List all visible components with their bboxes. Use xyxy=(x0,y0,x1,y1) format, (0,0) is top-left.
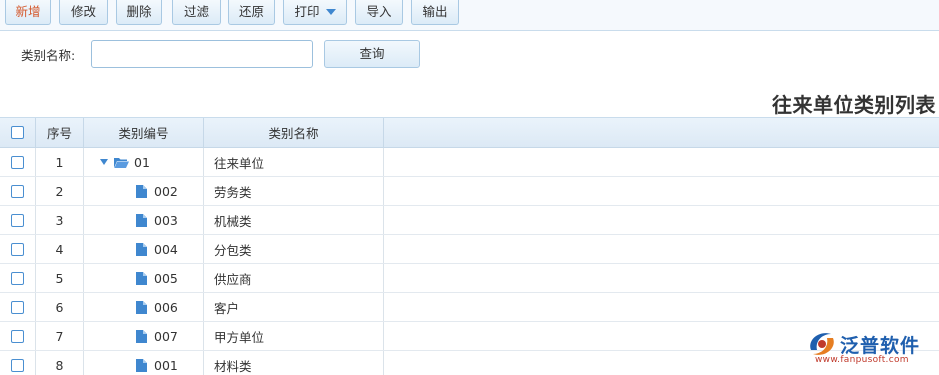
header-seq: 序号 xyxy=(36,118,84,147)
row-seq: 3 xyxy=(36,206,84,234)
row-code: 006 xyxy=(154,299,178,315)
header-select-cell xyxy=(0,118,36,147)
export-button[interactable]: 输出 xyxy=(411,0,459,25)
file-icon xyxy=(136,213,147,227)
table-row[interactable]: 1 01 往来单位 xyxy=(0,148,939,177)
restore-button[interactable]: 还原 xyxy=(228,0,275,25)
row-select-cell xyxy=(0,206,36,234)
row-checkbox[interactable] xyxy=(11,358,24,372)
row-code-cell: 007 xyxy=(84,322,204,350)
row-name: 往来单位 xyxy=(204,148,384,176)
row-checkbox[interactable] xyxy=(11,184,24,198)
file-icon xyxy=(136,184,147,198)
chevron-down-icon xyxy=(325,9,336,15)
row-name: 分包类 xyxy=(204,235,384,263)
row-code-cell: 003 xyxy=(84,206,204,234)
row-seq: 7 xyxy=(36,322,84,350)
row-seq: 6 xyxy=(36,293,84,321)
edit-button[interactable]: 修改 xyxy=(59,0,108,25)
row-code-cell: 006 xyxy=(84,293,204,321)
table-row[interactable]: 4 004 分包类 xyxy=(0,235,939,264)
search-label: 类别名称: xyxy=(21,48,76,63)
delete-button[interactable]: 删除 xyxy=(116,0,162,25)
print-button[interactable]: 打印 xyxy=(283,0,347,25)
table-row[interactable]: 6 006 客户 xyxy=(0,293,939,322)
table-row[interactable]: 8 001 材料类 xyxy=(0,351,939,375)
table-body: 1 01 往来单位 2 002 劳务类 3 003 机械类 4 004 分包类 5 005 供应商 6 006 客… xyxy=(0,148,939,375)
row-code: 001 xyxy=(154,357,178,373)
row-code-cell: 004 xyxy=(84,235,204,263)
header-code: 类别编号 xyxy=(84,118,204,147)
row-code-cell: 005 xyxy=(84,264,204,292)
brand-name: 泛普软件 xyxy=(840,335,921,357)
page-title: 往来单位类别列表 xyxy=(772,93,936,117)
query-button[interactable]: 查询 xyxy=(324,40,420,68)
file-icon xyxy=(136,329,147,343)
import-button[interactable]: 导入 xyxy=(355,0,403,25)
row-code: 002 xyxy=(154,183,178,199)
row-name: 机械类 xyxy=(204,206,384,234)
row-name: 劳务类 xyxy=(204,177,384,205)
row-checkbox[interactable] xyxy=(11,300,24,314)
row-seq: 1 xyxy=(36,148,84,176)
table-row[interactable]: 2 002 劳务类 xyxy=(0,177,939,206)
table-row[interactable]: 7 007 甲方单位 xyxy=(0,322,939,351)
row-code-cell: 001 xyxy=(84,351,204,375)
folder-open-icon xyxy=(114,157,129,168)
toolbar: 新增 修改 删除 过滤 还原 打印 导入 输出 xyxy=(0,0,939,31)
row-code: 004 xyxy=(154,241,178,257)
row-checkbox[interactable] xyxy=(11,329,24,343)
row-select-cell xyxy=(0,177,36,205)
row-checkbox[interactable] xyxy=(11,271,24,285)
row-select-cell xyxy=(0,293,36,321)
row-code: 007 xyxy=(154,328,178,344)
table-row[interactable]: 5 005 供应商 xyxy=(0,264,939,293)
row-select-cell xyxy=(0,322,36,350)
row-name: 材料类 xyxy=(204,351,384,375)
row-select-cell xyxy=(0,351,36,375)
file-icon xyxy=(136,300,147,314)
row-select-cell xyxy=(0,148,36,176)
row-code-cell: 01 xyxy=(84,148,204,176)
row-code: 003 xyxy=(154,212,178,228)
file-icon xyxy=(136,242,147,256)
select-all-checkbox[interactable] xyxy=(11,126,24,139)
brand-logo: 泛普软件 www.fanpusoft.com xyxy=(805,328,939,368)
row-seq: 2 xyxy=(36,177,84,205)
row-code-cell: 002 xyxy=(84,177,204,205)
row-seq: 8 xyxy=(36,351,84,375)
brand-url: www.fanpusoft.com xyxy=(815,355,909,365)
row-checkbox[interactable] xyxy=(11,213,24,227)
print-label: 打印 xyxy=(294,4,320,19)
filter-button[interactable]: 过滤 xyxy=(172,0,221,25)
row-checkbox[interactable] xyxy=(11,155,24,169)
row-seq: 4 xyxy=(36,235,84,263)
file-icon xyxy=(136,271,147,285)
row-seq: 5 xyxy=(36,264,84,292)
row-code: 005 xyxy=(154,270,178,286)
add-button[interactable]: 新增 xyxy=(5,0,51,25)
file-icon xyxy=(136,358,147,372)
row-name: 甲方单位 xyxy=(204,322,384,350)
header-name: 类别名称 xyxy=(204,118,384,147)
row-select-cell xyxy=(0,264,36,292)
row-select-cell xyxy=(0,235,36,263)
table-header: 序号 类别编号 类别名称 xyxy=(0,118,939,148)
category-table: 序号 类别编号 类别名称 1 01 往来单位 2 002 劳务类 3 003 机械类 4 004 分包… xyxy=(0,117,939,375)
table-row[interactable]: 3 003 机械类 xyxy=(0,206,939,235)
row-code: 01 xyxy=(134,154,150,170)
row-checkbox[interactable] xyxy=(11,242,24,256)
category-name-input[interactable] xyxy=(91,40,313,68)
row-name: 客户 xyxy=(204,293,384,321)
row-name: 供应商 xyxy=(204,264,384,292)
tree-collapse-icon[interactable] xyxy=(100,159,108,165)
